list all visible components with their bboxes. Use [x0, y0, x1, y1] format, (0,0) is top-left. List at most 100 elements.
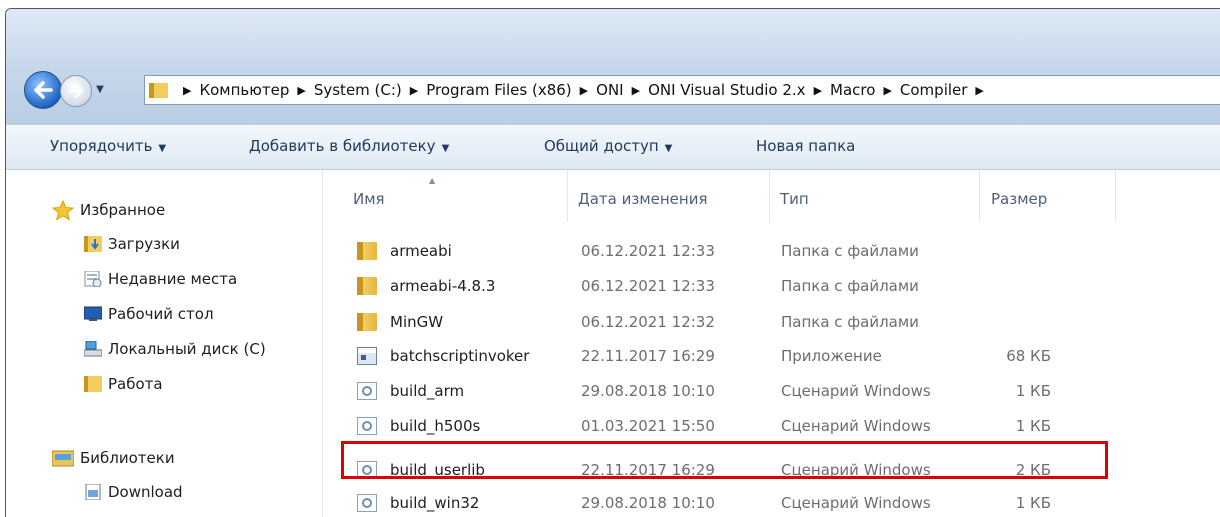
breadcrumb-separator-icon[interactable]: ▶ [580, 84, 588, 97]
column-divider[interactable] [769, 170, 770, 222]
file-row-batchscriptinvoker[interactable]: batchscriptinvoker 22.11.2017 16:29 Прил… [323, 339, 1220, 373]
file-date: 01.03.2021 15:50 [581, 417, 715, 435]
file-type: Сценарий Windows [781, 382, 931, 400]
breadcrumb-separator-icon[interactable]: ▶ [297, 84, 305, 97]
sort-ascending-icon: ▲ [429, 176, 436, 185]
organize-label: Упорядочить [50, 137, 153, 155]
column-divider[interactable] [1115, 170, 1116, 222]
navigation-pane: Избранное Загрузки Недавние места Рабочи… [6, 170, 323, 517]
file-date: 22.11.2017 16:29 [581, 347, 715, 365]
sidebar-item-label: Загрузки [108, 235, 180, 253]
file-type: Сценарий Windows [781, 494, 931, 512]
breadcrumb-separator-icon[interactable]: ▶ [632, 84, 640, 97]
breadcrumb-system-c[interactable]: System (C:) [314, 81, 402, 99]
file-date: 06.12.2021 12:33 [581, 242, 715, 260]
drive-icon [83, 340, 103, 357]
command-toolbar: Упорядочить ▼ Добавить в библиотеку ▼ Общи… [6, 125, 1220, 170]
file-type: Приложение [781, 347, 882, 365]
sidebar-favorites-header[interactable]: Избранное [51, 199, 165, 221]
forward-button[interactable] [60, 75, 92, 107]
breadcrumb-oni-visual-studio[interactable]: ONI Visual Studio 2.x [648, 81, 806, 99]
file-date: 06.12.2021 12:32 [581, 313, 715, 331]
file-type: Папка с файлами [781, 313, 919, 331]
file-name: build_arm [390, 382, 465, 400]
file-name: MinGW [390, 313, 444, 331]
highlight-box [341, 441, 1108, 479]
downloads-folder-icon [84, 236, 102, 252]
breadcrumb-separator-icon[interactable]: ▶ [410, 84, 418, 97]
script-icon [357, 494, 377, 512]
sidebar-item-label: Недавние места [108, 270, 238, 288]
star-icon [51, 199, 75, 221]
file-name: batchscriptinvoker [390, 347, 530, 365]
breadcrumb-program-files[interactable]: Program Files (x86) [426, 81, 571, 99]
breadcrumb-macro[interactable]: Macro [830, 81, 875, 99]
sidebar-item-label: Download [108, 483, 183, 501]
file-name: armeabi-4.8.3 [390, 277, 496, 295]
add-to-library-label: Добавить в библиотеку [249, 137, 436, 155]
file-row-build-arm[interactable]: build_arm 29.08.2018 10:10 Сценарий Wind… [323, 374, 1220, 408]
application-icon [357, 347, 377, 365]
desktop-icon [83, 306, 103, 322]
breadcrumb-computer[interactable]: Компьютер [199, 81, 289, 99]
file-size: 1 КБ [1015, 382, 1051, 400]
sidebar-item-desktop[interactable]: Рабочий стол [83, 305, 214, 323]
file-name: build_h500s [390, 417, 481, 435]
recent-places-icon [84, 270, 102, 288]
add-to-library-button[interactable]: Добавить в библиотеку ▼ [249, 137, 449, 155]
script-icon [357, 417, 377, 435]
column-header-type[interactable]: Тип [780, 190, 809, 208]
column-header-date[interactable]: Дата изменения [578, 190, 708, 208]
share-label: Общий доступ [544, 137, 659, 155]
sidebar-item-recent-places[interactable]: Недавние места [84, 270, 237, 288]
folder-icon [357, 277, 377, 295]
recent-pages-dropdown[interactable]: ▼ [94, 83, 106, 97]
file-name: armeabi [390, 242, 452, 260]
sidebar-item-local-disk[interactable]: Локальный диск (C) [83, 340, 266, 358]
column-divider[interactable] [567, 170, 568, 222]
sidebar-item-downloads[interactable]: Загрузки [84, 235, 180, 253]
sidebar-item-download-library[interactable]: Download [84, 483, 183, 501]
libraries-label: Библиотеки [80, 449, 175, 467]
file-name: build_win32 [390, 494, 480, 512]
breadcrumb-oni[interactable]: ONI [596, 81, 623, 99]
sidebar-item-work[interactable]: Работа [84, 375, 163, 393]
document-library-icon [84, 483, 102, 501]
chevron-down-icon: ▼ [441, 143, 450, 154]
breadcrumb-compiler[interactable]: Compiler [900, 81, 968, 99]
file-date: 29.08.2018 10:10 [581, 382, 715, 400]
folder-icon [357, 313, 377, 331]
breadcrumb-separator-icon[interactable]: ▶ [814, 84, 822, 97]
chevron-down-icon: ▼ [158, 143, 167, 154]
folder-icon [357, 242, 377, 260]
chevron-down-icon: ▼ [664, 143, 673, 154]
file-row-armeabi-4-8-3[interactable]: armeabi-4.8.3 06.12.2021 12:33 Папка с ф… [323, 269, 1220, 303]
sidebar-item-label: Работа [108, 375, 163, 393]
sidebar-libraries-header[interactable]: Библиотеки [51, 449, 175, 467]
new-folder-button[interactable]: Новая папка [756, 137, 855, 155]
breadcrumb-separator-icon[interactable]: ▶ [183, 84, 191, 97]
script-icon [357, 382, 377, 400]
file-row-armeabi[interactable]: armeabi 06.12.2021 12:33 Папка с файлами [323, 234, 1220, 268]
breadcrumb-separator-icon[interactable]: ▶ [883, 84, 891, 97]
column-header-size[interactable]: Размер [991, 190, 1047, 208]
file-size: 1 КБ [1015, 494, 1051, 512]
share-button[interactable]: Общий доступ ▼ [544, 137, 672, 155]
column-divider[interactable] [979, 170, 980, 222]
file-size: 1 КБ [1015, 417, 1051, 435]
breadcrumb-separator-icon[interactable]: ▶ [975, 84, 983, 97]
file-date: 29.08.2018 10:10 [581, 494, 715, 512]
column-header-name[interactable]: Имя [353, 190, 385, 208]
file-type: Сценарий Windows [781, 417, 931, 435]
organize-button[interactable]: Упорядочить ▼ [50, 137, 166, 155]
file-row-build-win32[interactable]: build_win32 29.08.2018 10:10 Сценарий Wi… [323, 486, 1220, 517]
title-bar [6, 9, 1220, 63]
arrow-left-icon [34, 81, 53, 99]
back-button[interactable] [24, 71, 62, 109]
address-bar[interactable]: ▶ Компьютер ▶ System (C:) ▶ Program File… [144, 75, 1220, 105]
file-size: 68 КБ [1006, 347, 1051, 365]
folder-icon [149, 81, 169, 99]
file-type: Папка с файлами [781, 277, 919, 295]
file-row-mingw[interactable]: MinGW 06.12.2021 12:32 Папка с файлами [323, 305, 1220, 339]
file-row-build-h500s[interactable]: build_h500s 01.03.2021 15:50 Сценарий Wi… [323, 409, 1220, 443]
